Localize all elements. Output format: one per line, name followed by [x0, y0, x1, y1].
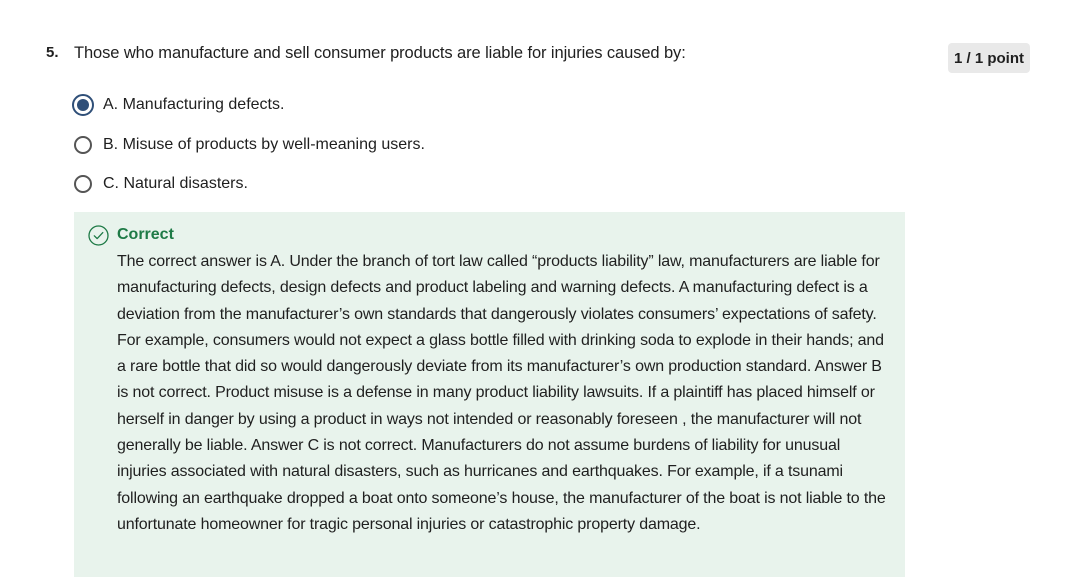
- feedback-status: Correct: [117, 226, 174, 243]
- radio-unselected-icon[interactable]: [74, 135, 92, 154]
- option-a[interactable]: A. Manufacturing defects.: [72, 92, 425, 118]
- answer-options: A. Manufacturing defects. B. Misuse of p…: [72, 92, 425, 211]
- question-number: 5.: [46, 44, 59, 61]
- check-circle-icon: [88, 225, 109, 246]
- option-label: C. Natural disasters.: [103, 175, 248, 192]
- option-b[interactable]: B. Misuse of products by well-meaning us…: [73, 132, 425, 158]
- option-label: B. Misuse of products by well-meaning us…: [103, 135, 425, 153]
- feedback-explanation: The correct answer is A. Under the branc…: [117, 253, 886, 533]
- radio-unselected-icon[interactable]: [74, 175, 92, 193]
- feedback-panel: Correct The correct answer is A. Under t…: [74, 212, 905, 577]
- option-label: A. Manufacturing defects.: [103, 96, 285, 113]
- option-c[interactable]: C. Natural disasters.: [73, 171, 425, 197]
- radio-selected-icon[interactable]: [72, 94, 94, 116]
- score-badge: 1 / 1 point: [948, 43, 1030, 73]
- quiz-question: 5. Those who manufacture and sell consum…: [0, 0, 1085, 587]
- question-prompt: Those who manufacture and sell consumer …: [74, 44, 686, 62]
